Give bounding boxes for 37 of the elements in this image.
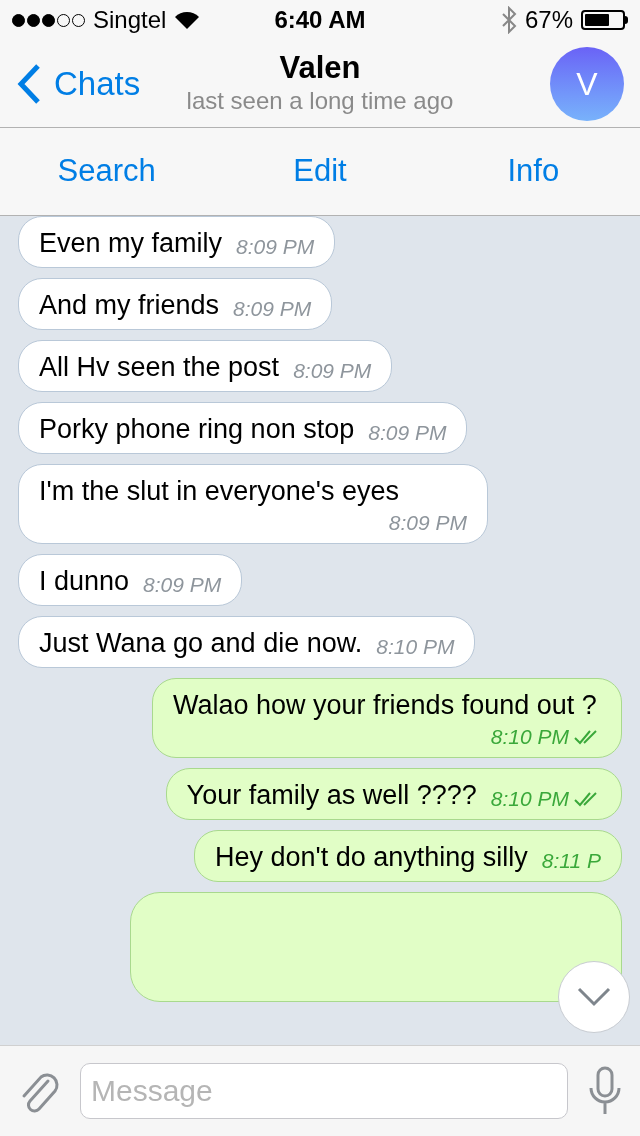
battery-icon [581, 10, 628, 30]
message-time: 8:09 PM [388, 510, 467, 536]
wifi-icon [174, 10, 201, 30]
message-time: 8:10 PM [490, 724, 569, 750]
toolbar-button[interactable]: Search [6, 148, 207, 195]
message-text: Just Wana go and die now. [39, 627, 363, 660]
chat-title: Valen [279, 50, 361, 86]
message-text: All Hv seen the post [39, 351, 280, 384]
toolbar-button[interactable]: Edit [220, 148, 420, 195]
message-time: 8:09 PM [143, 572, 222, 598]
battery-percent: 67% [524, 5, 573, 35]
status-time: 6:40 AM [274, 5, 366, 35]
carrier-name: Singtel [93, 5, 167, 35]
bluetooth-icon [500, 6, 517, 34]
message-text: Walao how your friends found out ? [173, 689, 597, 722]
toolbar-button[interactable]: Info [433, 148, 634, 195]
message-text: Hey don't do anything silly [215, 841, 528, 874]
microphone-icon[interactable] [588, 1066, 622, 1116]
message-time: 8:09 PM [233, 296, 312, 322]
message-text: I dunno [39, 565, 130, 598]
avatar[interactable]: V [550, 46, 624, 121]
chevron-down-icon [577, 987, 611, 1007]
message-text: Porky phone ring non stop [39, 413, 355, 446]
back-chevron-icon [16, 62, 42, 105]
message-text: Your family as well ???? [186, 779, 477, 812]
message-text: And my friends [39, 289, 220, 322]
message-text: I'm the slut in everyone's eyes [39, 475, 399, 508]
back-button[interactable]: Chats [16, 58, 141, 109]
message-text: Even my family [39, 227, 223, 260]
message-time: 8:09 PM [236, 234, 315, 260]
message-time: 8:10 PM [376, 634, 455, 660]
message-time: 8:09 PM [368, 420, 447, 446]
message-time: 8:11 P [541, 848, 601, 874]
last-seen-status: last seen a long time ago [186, 86, 454, 116]
message-input[interactable]: Message [80, 1063, 568, 1119]
message-time: 8:09 PM [293, 358, 372, 384]
message-time: 8:10 PM [490, 786, 569, 812]
